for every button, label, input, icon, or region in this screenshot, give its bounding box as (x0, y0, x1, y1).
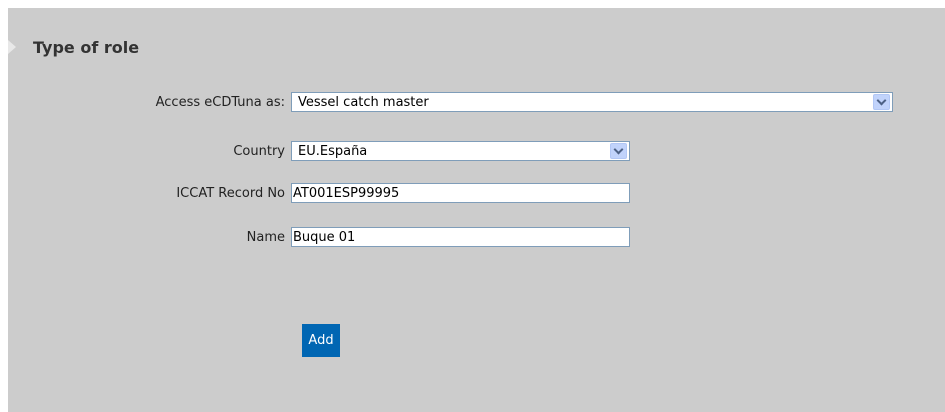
name-row: Name (8, 227, 630, 247)
name-label: Name (246, 229, 285, 245)
add-button[interactable]: Add (302, 324, 340, 357)
country-label: Country (233, 143, 285, 159)
arrow-right-icon (8, 40, 16, 54)
section-title: Type of role (33, 37, 140, 57)
name-input[interactable] (291, 227, 630, 247)
country-select-value: EU.España (298, 143, 368, 159)
country-dropdown-button[interactable] (610, 143, 627, 159)
chevron-down-icon (876, 95, 887, 106)
section-header: Type of role (8, 36, 139, 58)
role-panel: Type of role Access eCDTuna as: Vessel c… (8, 8, 945, 412)
iccat-record-input[interactable] (291, 183, 630, 203)
chevron-down-icon (613, 144, 624, 155)
iccat-row: ICCAT Record No (8, 183, 630, 203)
iccat-label: ICCAT Record No (176, 185, 285, 201)
access-select[interactable]: Vessel catch master (291, 92, 893, 112)
access-dropdown-button[interactable] (873, 94, 890, 110)
access-label: Access eCDTuna as: (155, 94, 285, 110)
country-row: Country EU.España (8, 141, 630, 161)
access-row: Access eCDTuna as: Vessel catch master (8, 92, 893, 112)
access-select-value: Vessel catch master (298, 94, 429, 110)
country-select[interactable]: EU.España (291, 141, 630, 161)
